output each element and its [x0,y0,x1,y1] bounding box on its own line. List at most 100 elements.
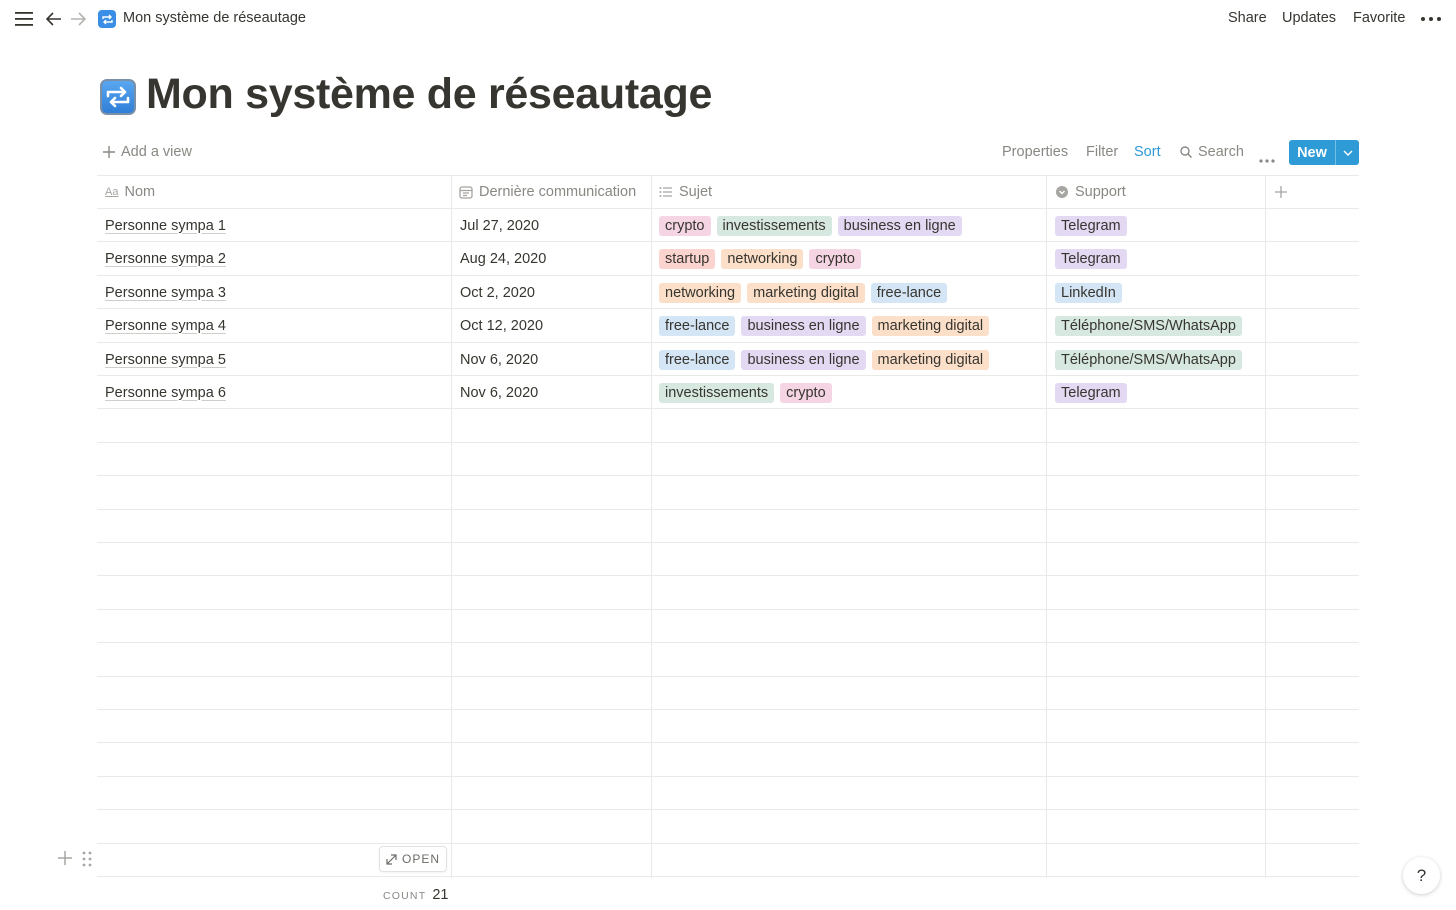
sort-button[interactable]: Sort [1134,144,1161,160]
plus-icon [1275,186,1287,198]
cell-sujet[interactable]: networking marketing digital free-lance [659,276,953,309]
row-divider [97,442,1359,443]
page-title[interactable]: Mon système de réseautage [146,70,712,119]
column-header-label: Support [1075,184,1126,200]
cell-nom[interactable]: Personne sympa 5 [105,343,226,376]
sujet-tag: business en ligne [741,349,866,370]
sujet-tag: marketing digital [747,282,865,303]
cell-derniere-communication[interactable]: Oct 2, 2020 [460,276,535,309]
cell-nom[interactable]: Personne sympa 3 [105,276,226,309]
sujet-tag: startup [659,248,716,269]
cell-nom[interactable]: Personne sympa 4 [105,309,226,342]
sujet-tag: free-lance [659,349,736,370]
sujet-tag: marketing digital [871,315,990,336]
breadcrumb-title[interactable]: Mon système de réseautage [123,10,306,26]
open-row-button[interactable]: OPEN [379,846,447,872]
share-button[interactable]: Share [1228,10,1267,26]
sidebar-menu-icon[interactable] [14,9,34,29]
drag-handle-icon[interactable] [80,850,94,868]
count-label: COUNT [383,890,427,902]
row-divider [97,776,1359,777]
support-tag: Telegram [1055,382,1127,403]
table-row[interactable]: Personne sympa 2 Aug 24, 2020 startup netwo… [97,242,1359,275]
table-row[interactable]: Personne sympa 6 Nov 6, 2020 investissemen… [97,376,1359,409]
row-name[interactable]: Personne sympa 2 [105,251,226,267]
table-bottom-border [97,876,1359,877]
view-more-icon[interactable] [1259,151,1275,167]
table-row[interactable]: Personne sympa 4 Oct 12, 2020 free-lance bu… [97,309,1359,342]
column-header-nom[interactable]: Aa Nom [105,175,155,209]
new-button[interactable]: New [1289,140,1359,165]
row-date: Jul 27, 2020 [460,217,540,234]
breadcrumb-page-icon[interactable] [98,10,116,28]
favorite-button[interactable]: Favorite [1353,10,1405,26]
new-button-label: New [1297,144,1327,161]
row-divider [97,642,1359,643]
add-row-plus-icon[interactable] [57,850,73,866]
row-name[interactable]: Personne sympa 3 [105,285,226,301]
column-header-label: Sujet [679,184,713,200]
sujet-tag: free-lance [659,315,736,336]
row-divider [97,542,1359,543]
cell-derniere-communication[interactable]: Nov 6, 2020 [460,343,538,376]
add-column-button[interactable] [1275,175,1287,209]
column-header-label: Dernière communication [479,184,637,200]
cell-nom[interactable]: Personne sympa 2 [105,242,226,275]
row-divider [97,509,1359,510]
title-aa-icon: Aa [105,186,119,198]
forward-arrow-icon[interactable] [68,9,88,29]
updates-button[interactable]: Updates [1282,10,1336,26]
cell-support[interactable]: LinkedIn [1055,276,1128,309]
row-date: Oct 2, 2020 [460,284,535,301]
row-name[interactable]: Personne sympa 6 [105,385,226,401]
cell-support[interactable]: Telegram [1055,376,1133,409]
more-options-icon[interactable] [1420,9,1442,29]
row-date: Nov 6, 2020 [460,351,539,368]
cell-sujet[interactable]: crypto investissements business en ligne [659,209,968,242]
row-name[interactable]: Personne sympa 1 [105,218,226,234]
column-header-sujet[interactable]: Sujet [659,175,712,209]
row-divider [97,175,1359,176]
cell-nom[interactable]: Personne sympa 1 [105,209,226,242]
add-view-button[interactable]: Add a view [103,144,192,160]
cell-derniere-communication[interactable]: Oct 12, 2020 [460,309,543,342]
search-icon [1180,146,1192,158]
back-arrow-icon[interactable] [44,9,64,29]
table-row[interactable]: Personne sympa 3 Oct 2, 2020 networking mar… [97,276,1359,309]
cell-support[interactable]: Telegram [1055,242,1133,275]
properties-button[interactable]: Properties [1002,144,1068,160]
cell-support[interactable]: Téléphone/SMS/WhatsApp [1055,309,1248,342]
count-summary[interactable]: COUNT 21 [383,887,448,903]
row-name[interactable]: Personne sympa 4 [105,318,226,334]
row-divider [97,575,1359,576]
page-icon[interactable] [100,79,136,115]
cell-derniere-communication[interactable]: Jul 27, 2020 [460,209,539,242]
cell-sujet[interactable]: free-lance business en ligne marketing dig… [659,309,995,342]
cell-support[interactable]: Téléphone/SMS/WhatsApp [1055,343,1248,376]
table-row[interactable]: Personne sympa 5 Nov 6, 2020 free-lance bus… [97,343,1359,376]
cell-support[interactable]: Telegram [1055,209,1133,242]
search-button[interactable]: Search [1180,144,1244,160]
cell-sujet[interactable]: free-lance business en ligne marketing dig… [659,343,995,376]
chevron-down-icon[interactable] [1335,140,1359,165]
top-bar: Mon système de réseautage Share Updates … [0,0,1456,38]
cell-derniere-communication[interactable]: Aug 24, 2020 [460,242,546,275]
table-row[interactable]: Personne sympa 1 Jul 27, 2020 crypto invest… [97,209,1359,242]
row-divider [97,609,1359,610]
row-divider [97,809,1359,810]
row-divider [97,475,1359,476]
sujet-tag: crypto [659,215,711,236]
cell-sujet[interactable]: investissements crypto [659,376,838,409]
filter-button[interactable]: Filter [1086,144,1118,160]
row-divider [97,709,1359,710]
sujet-tag: business en ligne [837,215,962,236]
help-button[interactable]: ? [1403,857,1440,894]
support-tag: Téléphone/SMS/WhatsApp [1055,349,1242,370]
cell-nom[interactable]: Personne sympa 6 [105,376,226,409]
cell-sujet[interactable]: startup networking crypto [659,242,867,275]
row-name[interactable]: Personne sympa 5 [105,352,226,368]
row-divider [97,843,1359,844]
column-header-derniere-communication[interactable]: Dernière communication [459,175,636,209]
cell-derniere-communication[interactable]: Nov 6, 2020 [460,376,538,409]
column-header-support[interactable]: Support [1055,175,1126,209]
